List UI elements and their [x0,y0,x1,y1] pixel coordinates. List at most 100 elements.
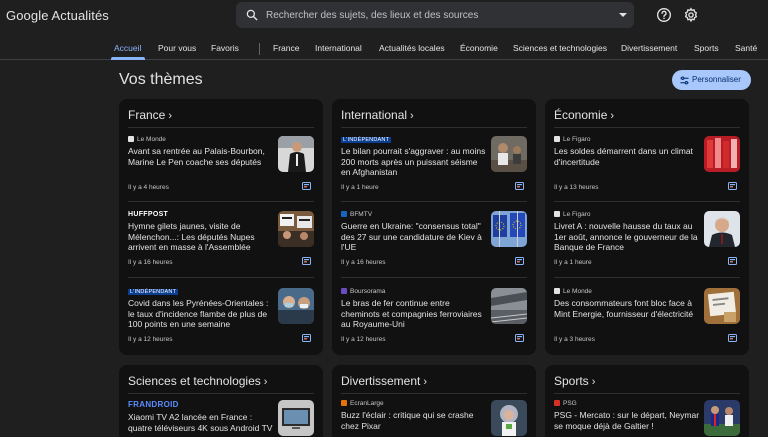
divider [341,393,527,394]
article-card[interactable]: Boursorama Le bras de fer continue entre… [341,288,527,346]
article-headline[interactable]: Le bras de fer continue entre cheminots … [341,298,487,330]
divider [128,393,314,394]
article-card[interactable]: L'INDÉPENDANT Covid dans les Pyrénées-Or… [128,288,314,346]
article-card[interactable]: Le Monde Avant sa rentrée au Palais-Bour… [128,136,314,194]
article-headline[interactable]: Le bilan pourrait s'aggraver : au moins … [341,146,487,178]
article-card[interactable]: Le Monde Des consommateurs font bloc fac… [554,288,740,346]
article-thumbnail[interactable] [278,136,314,172]
article-headline[interactable]: Buzz l'éclair : critique qui se crashe c… [341,410,487,431]
article-thumbnail[interactable] [704,211,740,247]
article-thumbnail[interactable] [704,400,740,436]
article-headline[interactable]: Covid dans les Pyrénées-Orientales : le … [128,298,274,330]
search-icon[interactable] [245,8,259,22]
section-card-divertissement: Divertissement › EcranLarge Buzz l'éclair… [332,365,536,437]
google-news-logo[interactable]: Google Actualités [6,8,109,23]
section-title-france[interactable]: France › [128,108,172,122]
article-thumbnail[interactable] [491,288,527,324]
section-title-divertissement[interactable]: Divertissement › [341,374,427,388]
article-card[interactable]: HUFFPOST Hymne gilets jaunes, visite de … [128,211,314,269]
dropdown-arrow-icon[interactable] [618,10,628,20]
nav-tab-economie[interactable]: Économie [460,43,498,53]
section-card-sports: Sports › PSG PSG - Mercato : sur le dépar… [545,365,749,437]
article-thumbnail[interactable] [491,136,527,172]
personalize-label: Personnaliser [692,75,741,84]
article-source: HUFFPOST [128,211,169,218]
help-icon[interactable] [656,7,672,23]
divider [341,201,527,202]
article-card[interactable]: Le Figaro Livret A : nouvelle hausse du … [554,211,740,269]
source-favicon-icon [554,136,560,142]
article-headline[interactable]: Hymne gilets jaunes, visite de Mélenchon… [128,221,274,253]
section-card-economie: Économie › Le Figaro Les soldes démarrent… [545,99,749,355]
chevron-right-icon: › [610,110,615,122]
nav-tab-sports[interactable]: Sports [694,43,719,53]
article-card[interactable]: PSG PSG - Mercato : sur le départ, Neyma… [554,400,740,437]
article-source: Le Monde [554,288,592,295]
divider [554,277,740,278]
article-headline[interactable]: Des consommateurs font bloc face à Mint … [554,298,700,319]
section-card-international: International › L'INDÉPENDANT Le bilan po… [332,99,536,355]
divider [554,201,740,202]
article-headline[interactable]: Guerre en Ukraine: "consensus total" des… [341,221,487,253]
full-coverage-icon[interactable] [728,182,737,190]
source-favicon-icon [554,288,560,294]
article-thumbnail[interactable] [491,400,527,436]
full-coverage-icon[interactable] [302,257,311,265]
full-coverage-icon[interactable] [515,334,524,342]
nav-tab-actualites-locales[interactable]: Actualités locales [379,43,445,53]
nav-tab-sante[interactable]: Santé [735,43,757,53]
personalize-button[interactable]: Personnaliser [672,70,751,90]
article-card[interactable]: EcranLarge Buzz l'éclair : critique qui … [341,400,527,437]
article-headline[interactable]: PSG - Mercato : sur le départ, Neymar se… [554,410,700,431]
article-thumbnail[interactable] [278,400,314,436]
article-source: L'INDÉPENDANT [128,289,179,295]
divider [341,277,527,278]
logo-product-text: Actualités [51,8,109,23]
full-coverage-icon[interactable] [515,257,524,265]
source-favicon-icon [341,288,347,294]
divider [128,127,314,128]
search-box[interactable] [236,2,634,28]
settings-gear-icon[interactable] [683,7,699,23]
article-card[interactable]: L'INDÉPENDANT Le bilan pourrait s'aggrav… [341,136,527,194]
section-title-economie[interactable]: Économie › [554,108,614,122]
article-time: Il y a 12 heures [128,336,173,343]
article-time: Il y a 4 heures [128,184,169,191]
nav-separator [259,43,260,55]
article-headline[interactable]: Xiaomi TV A2 lancée en France : quatre t… [128,412,274,433]
article-thumbnail[interactable] [704,136,740,172]
article-thumbnail[interactable] [491,211,527,247]
nav-tab-divertissement[interactable]: Divertissement [621,43,677,53]
section-title-international[interactable]: International › [341,108,414,122]
article-source: Boursorama [341,288,385,295]
article-thumbnail[interactable] [704,288,740,324]
full-coverage-icon[interactable] [302,182,311,190]
article-thumbnail[interactable] [278,288,314,324]
section-title-sports[interactable]: Sports › [554,374,595,388]
full-coverage-icon[interactable] [728,257,737,265]
article-time: Il y a 16 heures [341,259,386,266]
nav-tab-accueil[interactable]: Accueil [114,43,141,53]
full-coverage-icon[interactable] [302,334,311,342]
article-headline[interactable]: Livret A : nouvelle hausse du taux au 1e… [554,221,700,253]
article-card[interactable]: FRANDROID Xiaomi TV A2 lancée en France … [128,400,314,437]
search-input[interactable] [266,2,606,28]
nav-tab-favoris[interactable]: Favoris [211,43,239,53]
article-thumbnail[interactable] [278,211,314,247]
section-title-sciences[interactable]: Sciences et technologies › [128,374,267,388]
article-time: Il y a 16 heures [128,259,173,266]
article-headline[interactable]: Avant sa rentrée au Palais-Bourbon, Mari… [128,146,274,167]
chevron-right-icon: › [423,376,428,388]
nav-tab-pour-vous[interactable]: Pour vous [158,43,196,53]
full-coverage-icon[interactable] [515,182,524,190]
nav-tab-sciences[interactable]: Sciences et technologies [513,43,607,53]
full-coverage-icon[interactable] [728,334,737,342]
nav-tab-international[interactable]: International [315,43,362,53]
nav-tab-france[interactable]: France [273,43,299,53]
article-source: Le Figaro [554,136,590,143]
article-headline[interactable]: Les soldes démarrent dans un climat d'in… [554,146,700,167]
page-title: Vos thèmes [119,71,203,88]
tune-icon [680,76,689,85]
article-card[interactable]: Le Figaro Les soldes démarrent dans un c… [554,136,740,194]
article-card[interactable]: BFMTV Guerre en Ukraine: "consensus tota… [341,211,527,269]
